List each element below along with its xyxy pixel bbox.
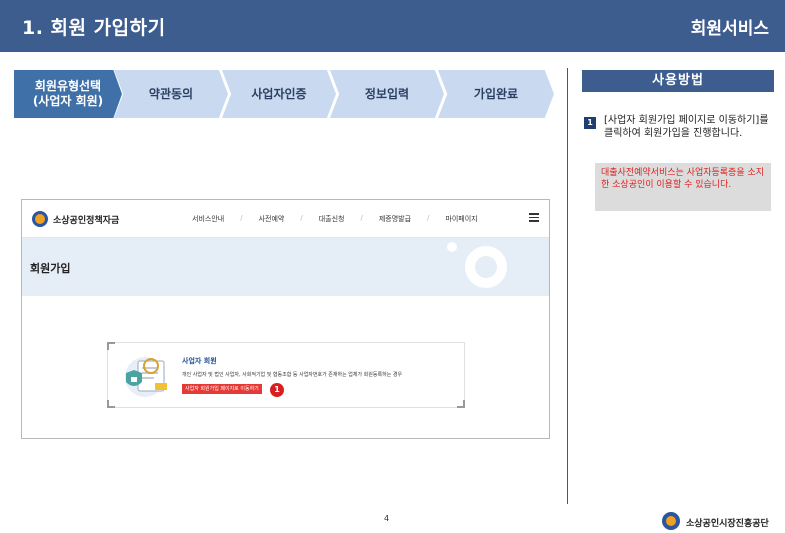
page-title: 1. 회원 가입하기 (22, 17, 166, 39)
card-corner (107, 342, 115, 350)
page-number: 4 (384, 514, 390, 523)
hamburger-menu-icon[interactable] (529, 213, 539, 222)
card-title: 사업자 회원 (182, 357, 217, 365)
site-logo-text: 소상공인정책자금 (53, 216, 120, 226)
menu-separator: / (427, 214, 430, 222)
card-description: 개인 사업자 및 법인 사업자, 사회적기업 및 협동조합 등 사업자번호가 존… (182, 372, 403, 378)
step-info-input: 정보입력 (330, 70, 444, 118)
menu-item-certificate[interactable]: 제증명발급 (379, 214, 411, 224)
business-member-card: 사업자 회원 개인 사업자 및 법인 사업자, 사회적기업 및 협동조합 등 사… (107, 342, 465, 408)
usage-step-number: 1 (584, 117, 596, 129)
org-name: 소상공인시장진흥공단 (686, 519, 769, 529)
step-terms: 약관동의 (114, 70, 228, 118)
signup-banner: 회원가입 (22, 238, 549, 296)
menu-item-service[interactable]: 서비스안내 (192, 214, 224, 224)
decor-ring-icon (465, 246, 507, 288)
card-corner (457, 400, 465, 408)
menu-separator: / (360, 214, 363, 222)
org-logo-icon (662, 512, 680, 530)
usage-title: 사용방법 (582, 70, 774, 92)
business-illustration-icon (125, 357, 167, 397)
business-signup-button[interactable]: 사업자 회원가입 페이지로 이동하기 (182, 384, 262, 394)
site-menu: 서비스안내 / 사전예약 / 대출신청 / 제증명발급 / 마이페이지 (192, 214, 478, 224)
notice-box: 대출사전예약서비스는 사업자등록증을 소지한 소상공인이 이용할 수 있습니다. (595, 163, 771, 211)
step-progress: 회원유형선택 (사업자 회원) 약관동의 사업자인증 정보입력 가입완료 (14, 70, 554, 118)
menu-item-reservation[interactable]: 사전예약 (259, 214, 285, 224)
page-header: 1. 회원 가입하기 회원서비스 (0, 0, 785, 52)
site-logo-icon (32, 211, 48, 227)
service-title: 회원서비스 (690, 19, 769, 39)
website-screenshot: 소상공인정책자금 서비스안내 / 사전예약 / 대출신청 / 제증명발급 / 마… (21, 199, 550, 439)
card-corner (107, 400, 115, 408)
step-member-type: 회원유형선택 (사업자 회원) (14, 70, 122, 118)
banner-title: 회원가입 (30, 262, 71, 275)
menu-item-mypage[interactable]: 마이페이지 (445, 214, 477, 224)
site-nav: 소상공인정책자금 서비스안내 / 사전예약 / 대출신청 / 제증명발급 / 마… (22, 200, 549, 238)
decor-circle-icon (447, 242, 457, 252)
menu-separator: / (240, 214, 243, 222)
menu-item-loan[interactable]: 대출신청 (319, 214, 345, 224)
usage-step-text: [사업자 회원가입 페이지로 이동하기]를 클릭하여 회원가입을 진행합니다. (604, 115, 769, 139)
step-business-auth: 사업자인증 (222, 70, 336, 118)
step-marker-badge: 1 (270, 383, 284, 397)
step-complete: 가입완료 (438, 70, 554, 118)
menu-separator: / (300, 214, 303, 222)
vertical-divider (567, 68, 568, 504)
